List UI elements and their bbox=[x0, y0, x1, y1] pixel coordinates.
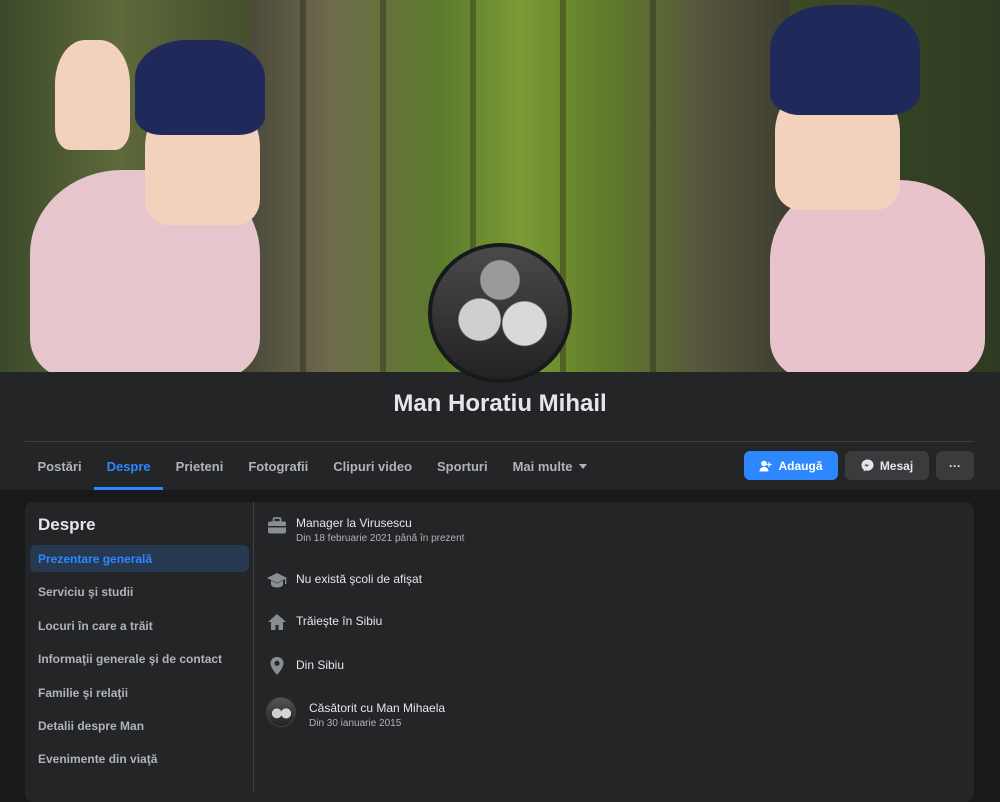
tab-friends[interactable]: Prieteni bbox=[163, 442, 236, 490]
tab-about[interactable]: Despre bbox=[94, 442, 164, 490]
overview-hometown: Din Sibiu bbox=[266, 655, 344, 677]
cover-child-right-hat bbox=[770, 5, 920, 115]
about-nav-details[interactable]: Detalii despre Man bbox=[30, 712, 249, 739]
spouse-avatar[interactable] bbox=[266, 697, 296, 727]
add-friend-label: Adaugă bbox=[778, 458, 823, 473]
about-nav-life-events[interactable]: Evenimente din viaţă bbox=[30, 745, 249, 772]
message-label: Mesaj bbox=[879, 458, 914, 473]
tab-videos[interactable]: Clipuri video bbox=[321, 442, 425, 490]
briefcase-icon bbox=[266, 515, 288, 537]
caret-down-icon bbox=[578, 463, 587, 469]
overview-current-city: Trăieşte în Sibiu bbox=[266, 611, 382, 633]
tab-sports[interactable]: Sporturi bbox=[425, 442, 501, 490]
about-nav-overview[interactable]: Prezentare generală bbox=[30, 545, 249, 572]
about-nav-contact-info[interactable]: Informaţii generale şi de contact bbox=[30, 645, 249, 672]
hometown-text[interactable]: Din Sibiu bbox=[296, 657, 344, 673]
profile-name: Man Horatiu Mihail bbox=[393, 390, 607, 417]
cover-bark-line bbox=[300, 0, 306, 372]
add-friend-button[interactable]: Adaugă bbox=[744, 451, 838, 480]
message-button[interactable]: Mesaj bbox=[845, 451, 929, 480]
work-dates: Din 18 februarie 2021 până în prezent bbox=[296, 533, 465, 544]
tab-photos[interactable]: Fotografii bbox=[236, 442, 321, 490]
graduation-cap-icon bbox=[266, 569, 288, 591]
cover-child-left-hat bbox=[135, 40, 265, 135]
cover-bark-line bbox=[380, 0, 386, 372]
work-title[interactable]: Manager la Virusescu bbox=[296, 515, 464, 531]
cover-child-left-hand bbox=[55, 40, 130, 150]
messenger-icon bbox=[861, 459, 874, 472]
add-friend-icon bbox=[759, 460, 773, 472]
more-options-button[interactable]: ··· bbox=[936, 451, 974, 480]
profile-avatar[interactable] bbox=[428, 243, 572, 383]
education-text: Nu există şcoli de afişat bbox=[296, 572, 423, 586]
overview-education: Nu există şcoli de afişat bbox=[266, 569, 422, 591]
profile-tabs: Postări Despre Prieteni Fotografii Clipu… bbox=[25, 442, 599, 490]
overview-work: Manager la Virusescu Din 18 februarie 20… bbox=[266, 515, 464, 547]
tab-more-label: Mai multe bbox=[512, 458, 573, 474]
tab-more[interactable]: Mai multe bbox=[500, 442, 599, 490]
location-pin-icon bbox=[266, 655, 288, 677]
about-nav-work-education[interactable]: Serviciu şi studii bbox=[30, 578, 249, 605]
cover-bark-line bbox=[650, 0, 656, 372]
more-options-icon: ··· bbox=[949, 458, 961, 473]
about-nav-places-lived[interactable]: Locuri în care a trăit bbox=[30, 612, 249, 639]
about-title: Despre bbox=[38, 515, 96, 534]
tab-posts[interactable]: Postări bbox=[25, 442, 94, 490]
about-nav-family-relationships[interactable]: Familie şi relaţii bbox=[30, 679, 249, 706]
relationship-text[interactable]: Căsătorit cu Man Mihaela bbox=[309, 700, 445, 716]
home-icon bbox=[266, 611, 288, 633]
relationship-date: Din 30 ianuarie 2015 bbox=[309, 718, 402, 729]
current-city-text[interactable]: Trăieşte în Sibiu bbox=[296, 613, 382, 629]
overview-relationship: Căsătorit cu Man Mihaela Din 30 ianuarie… bbox=[266, 697, 445, 732]
